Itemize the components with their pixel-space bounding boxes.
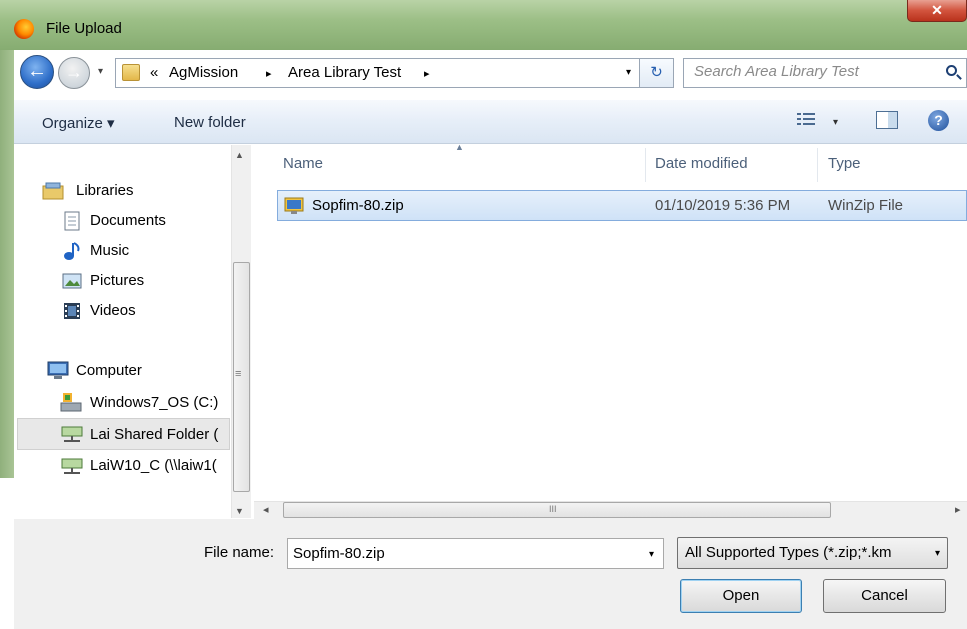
preview-pane-icon[interactable] xyxy=(876,111,898,129)
column-divider[interactable] xyxy=(645,148,646,182)
file-name-input[interactable] xyxy=(293,545,623,562)
nav-windows7-os-drive[interactable]: Windows7_OS (C:) xyxy=(90,394,218,411)
firefox-icon xyxy=(14,19,34,39)
horizontal-scroll-thumb[interactable] xyxy=(283,502,831,518)
change-view-icon[interactable] xyxy=(797,112,815,126)
nav-lai-shared-folder[interactable]: Lai Shared Folder ( xyxy=(90,426,218,443)
nav-computer[interactable]: Computer xyxy=(76,362,142,379)
scroll-left-arrow-icon[interactable]: ◂ xyxy=(263,503,269,516)
nav-libraries[interactable]: Libraries xyxy=(76,182,134,199)
breadcrumb-area-library-test[interactable]: Area Library Test xyxy=(288,64,401,81)
recent-locations-dropdown[interactable]: ▾ xyxy=(98,66,103,77)
nav-documents[interactable]: Documents xyxy=(90,212,166,229)
documents-icon xyxy=(64,211,80,231)
new-folder-button[interactable]: New folder xyxy=(174,114,246,131)
file-name: Sopfim-80.zip xyxy=(312,197,404,214)
organize-button[interactable]: Organize ▾ xyxy=(42,114,115,132)
close-button[interactable]: ✕ xyxy=(907,0,967,22)
file-type-value: All Supported Types (*.zip;*.km xyxy=(685,544,892,561)
nav-laiw10-c-drive[interactable]: LaiW10_C (\\laiw1( xyxy=(90,457,217,474)
help-icon[interactable]: ? xyxy=(928,110,949,131)
file-name-dropdown-icon[interactable]: ▾ xyxy=(649,549,654,560)
folder-icon xyxy=(122,64,140,81)
file-type-select[interactable]: All Supported Types (*.zip;*.km ▾ xyxy=(677,537,948,569)
nav-videos[interactable]: Videos xyxy=(90,302,136,319)
refresh-button[interactable]: ↻ xyxy=(640,58,674,88)
window-title: File Upload xyxy=(46,20,122,37)
drive-icon xyxy=(60,393,82,412)
address-bar[interactable]: « AgMission ▸ Area Library Test ▸ ▾ xyxy=(115,58,640,88)
search-box[interactable] xyxy=(683,58,967,88)
breadcrumb-separator[interactable]: ▸ xyxy=(424,67,430,80)
file-type: WinZip File xyxy=(828,197,904,214)
nav-music[interactable]: Music xyxy=(90,242,129,259)
pictures-icon xyxy=(62,273,82,289)
computer-icon xyxy=(47,361,69,379)
file-row[interactable]: Sopfim-80.zip 01/10/2019 5:36 PM WinZip … xyxy=(277,190,967,221)
breadcrumb-overflow[interactable]: « xyxy=(150,64,158,81)
music-icon xyxy=(64,242,80,260)
search-input[interactable] xyxy=(694,63,934,80)
view-options-dropdown[interactable]: ▾ xyxy=(833,117,838,128)
cancel-button[interactable]: Cancel xyxy=(823,579,946,613)
window-frame-gap xyxy=(0,478,14,629)
scroll-grip-icon: ≡ xyxy=(235,368,242,380)
nav-pictures[interactable]: Pictures xyxy=(90,272,144,289)
network-drive-icon xyxy=(61,458,83,474)
back-button[interactable]: ← xyxy=(20,55,54,89)
file-type-dropdown-icon[interactable]: ▾ xyxy=(935,548,940,559)
sort-ascending-icon: ▲ xyxy=(455,142,464,152)
file-date-modified: 01/10/2019 5:36 PM xyxy=(655,197,791,214)
scroll-up-arrow-icon[interactable]: ▲ xyxy=(235,150,244,160)
scroll-right-arrow-icon[interactable]: ▸ xyxy=(955,503,961,516)
command-toolbar: Organize ▾ New folder xyxy=(14,100,967,144)
zip-file-icon xyxy=(284,197,304,214)
file-name-field[interactable]: ▾ xyxy=(287,538,664,569)
column-divider[interactable] xyxy=(817,148,818,182)
file-name-label: File name: xyxy=(204,544,275,561)
scroll-down-arrow-icon[interactable]: ▼ xyxy=(235,506,244,516)
column-header-date-modified[interactable]: Date modified xyxy=(655,155,748,172)
column-header-name[interactable]: Name xyxy=(283,155,323,172)
network-drive-icon xyxy=(61,426,83,442)
libraries-icon xyxy=(42,182,64,200)
breadcrumb-separator[interactable]: ▸ xyxy=(266,67,272,80)
scroll-grip-icon: III xyxy=(549,504,557,514)
title-bar xyxy=(0,0,967,50)
open-button[interactable]: Open xyxy=(680,579,802,613)
search-icon[interactable] xyxy=(946,65,957,76)
column-header-type[interactable]: Type xyxy=(828,155,861,172)
breadcrumb-agmission[interactable]: AgMission xyxy=(169,64,238,81)
videos-icon xyxy=(64,303,80,319)
address-dropdown-icon[interactable]: ▾ xyxy=(626,67,631,78)
forward-button[interactable]: → xyxy=(58,57,90,89)
